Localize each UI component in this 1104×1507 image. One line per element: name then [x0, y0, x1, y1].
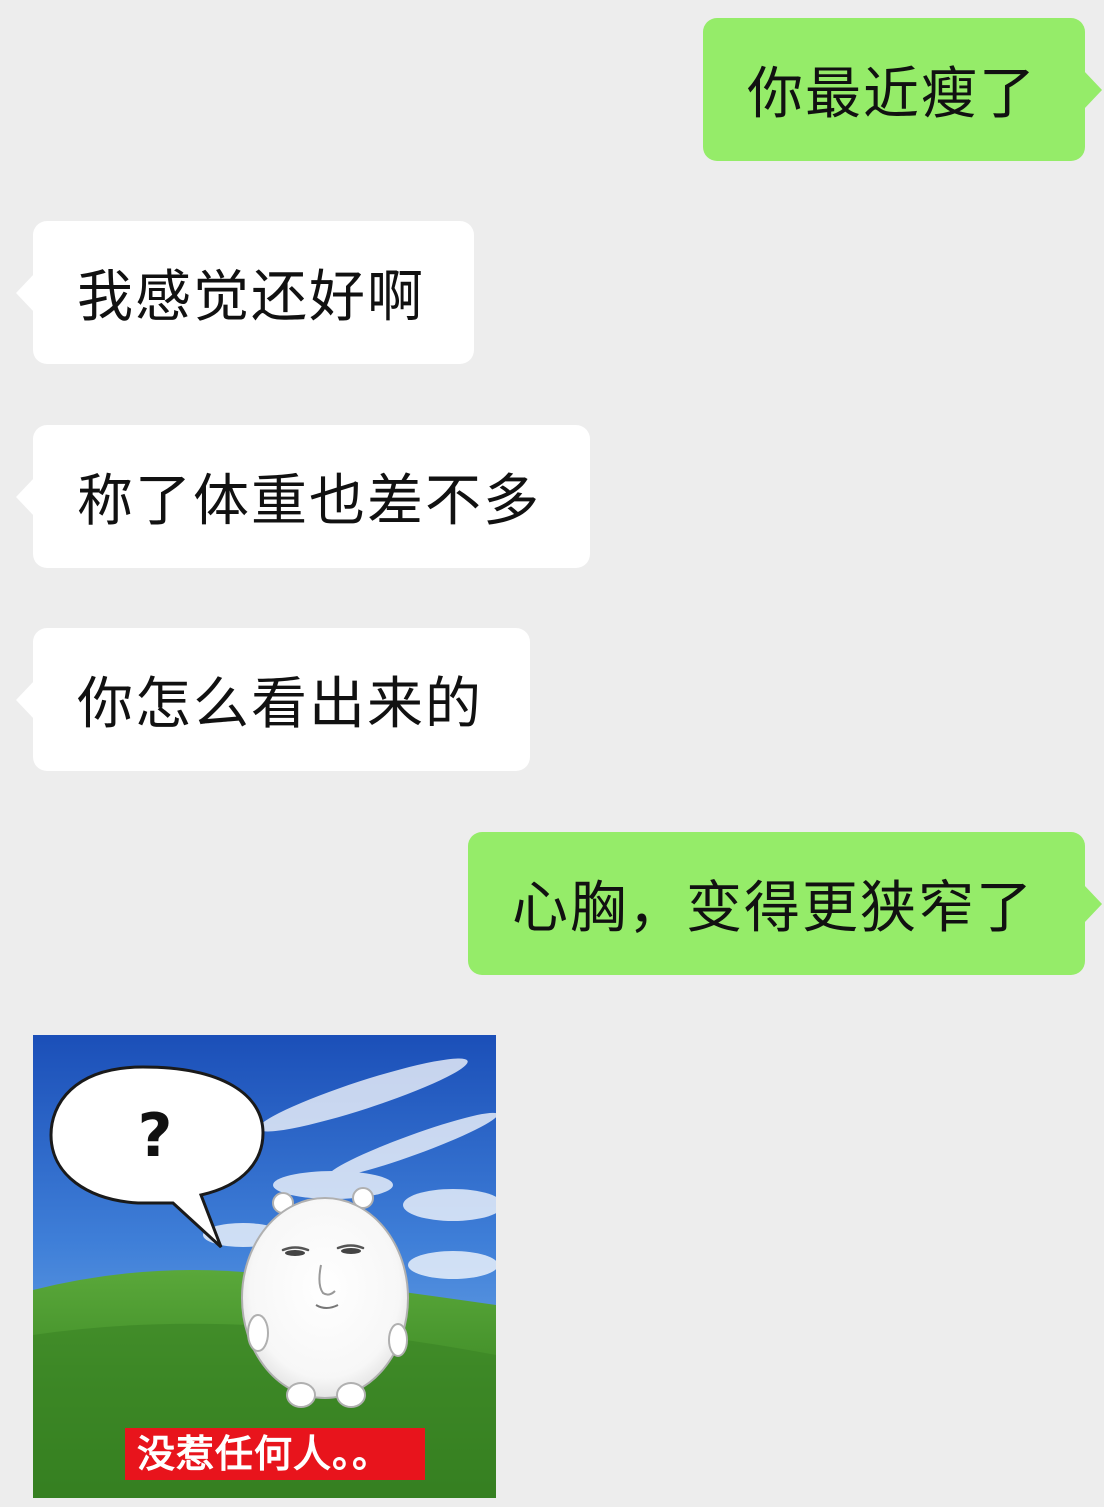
sticker-image[interactable]: ? 没惹任何人。。: [33, 1035, 496, 1498]
message-bubble-outgoing[interactable]: 你最近瘦了: [703, 18, 1102, 161]
message-text: 你怎么看出来的: [77, 672, 483, 737]
message-bubble-incoming[interactable]: 你怎么看出来的: [16, 628, 530, 771]
message-text: 称了体重也差不多: [77, 469, 541, 534]
sticker-caption: 没惹任何人。。: [125, 1428, 425, 1480]
speech-bubble-text: ?: [137, 1101, 173, 1171]
message-bubble-incoming[interactable]: 称了体重也差不多: [16, 425, 590, 568]
message-text: 心胸，变得更狭窄了: [512, 876, 1034, 941]
message-bubble-incoming[interactable]: 我感觉还好啊: [16, 221, 474, 364]
message-text: 我感觉还好啊: [77, 265, 425, 330]
message-bubble-outgoing[interactable]: 心胸，变得更狭窄了: [468, 832, 1102, 975]
message-text: 你最近瘦了: [747, 62, 1037, 127]
